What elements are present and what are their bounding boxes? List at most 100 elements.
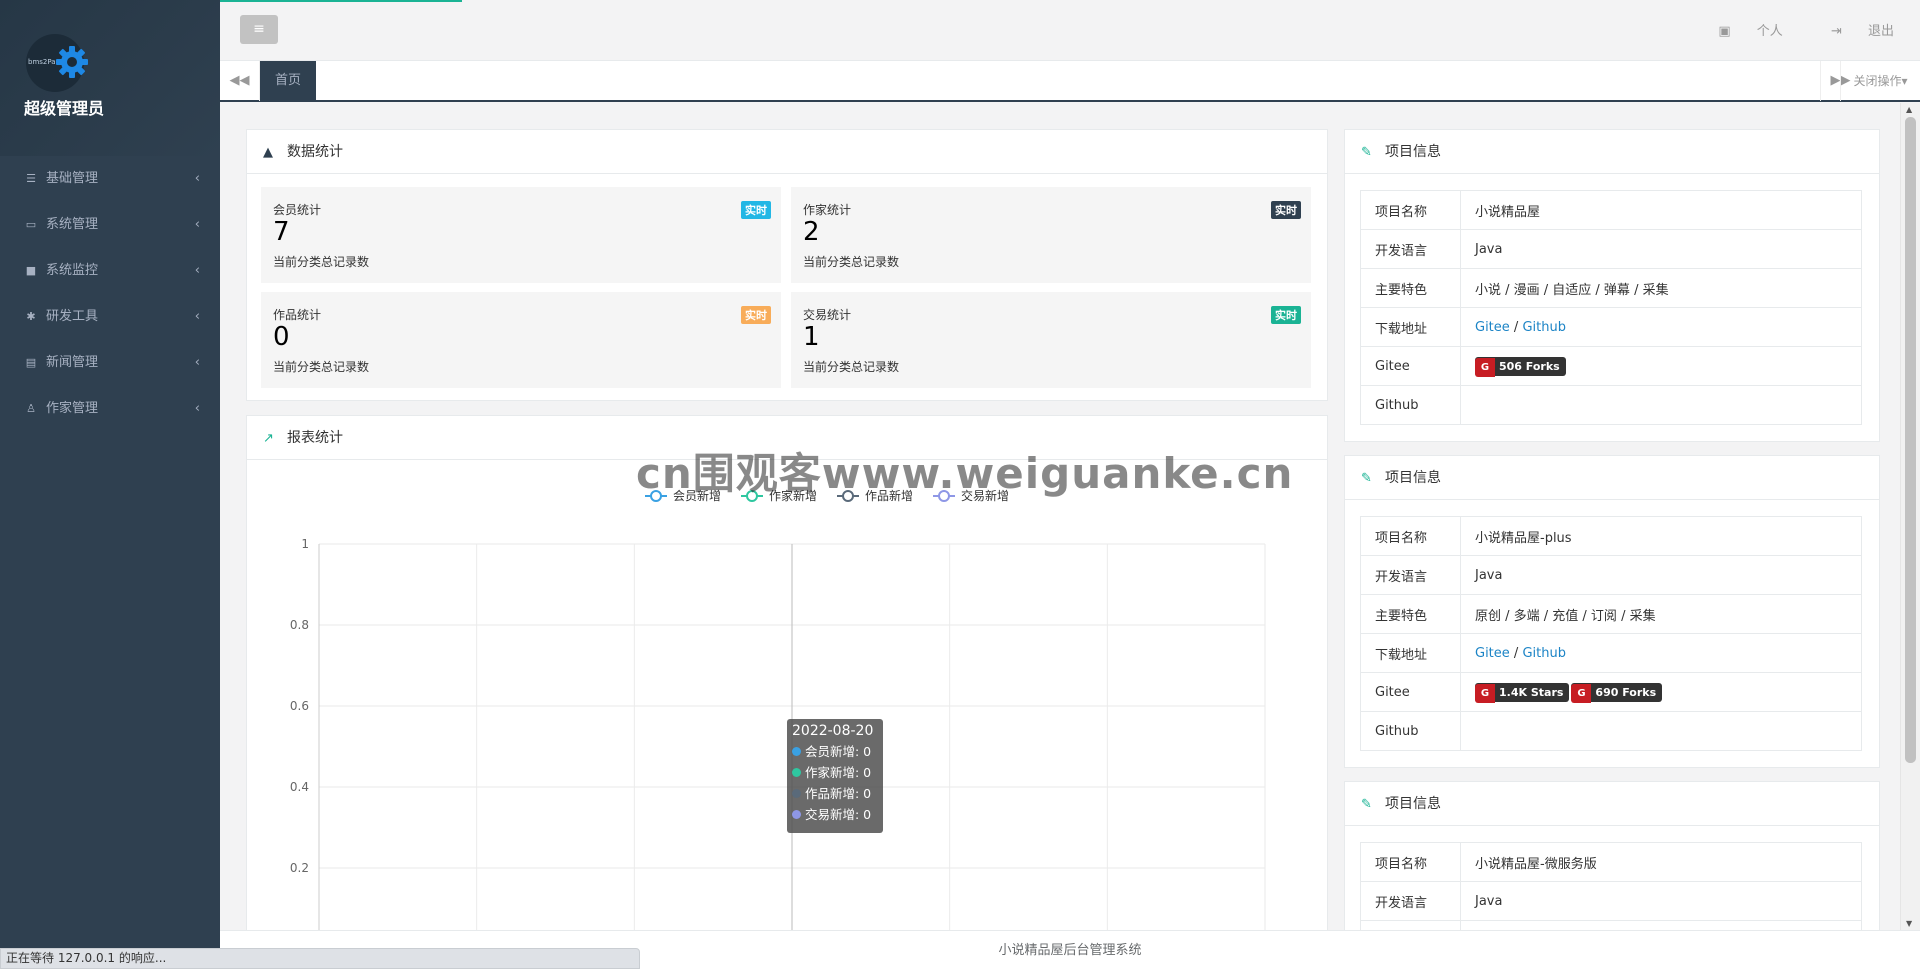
stat-desc: 当前分类总记录数: [273, 360, 370, 374]
tab-scroll-left-button[interactable]: ◀◀: [220, 61, 260, 101]
stats-panel: ▲ 数据统计 会员统计 实时 7 当前分类总记录数 作家统计 实时 2 当前分类总…: [246, 129, 1328, 401]
sidebar-item-author[interactable]: ♙ 作家管理 ‹: [0, 386, 220, 432]
sidebar-item-basic[interactable]: ☰ 基础管理 ‹: [0, 156, 220, 202]
stat-value: 7: [273, 217, 290, 247]
sidebar-item-devtools[interactable]: ✱ 研发工具 ‹: [0, 294, 220, 340]
close-operations-dropdown[interactable]: 关闭操作▾: [1840, 61, 1920, 101]
sidebar-item-system[interactable]: ▭ 系统管理 ‹: [0, 202, 220, 248]
project-panel-1: ✎ 项目信息 项目名称 小说精品屋 开发语言 Java 主要特色 小说 / 漫画 / 自…: [1344, 129, 1880, 442]
tooltip-text: 交易新增: 0: [805, 807, 872, 822]
project-panel-header: ✎ 项目信息: [1345, 130, 1879, 174]
row-value: G 506 Forks: [1460, 346, 1862, 386]
personal-link[interactable]: ▣ 个人: [1696, 24, 1782, 39]
id-card-icon: ▣: [1718, 24, 1731, 39]
github-link[interactable]: Github: [1522, 646, 1566, 661]
gitee-link[interactable]: Gitee: [1475, 646, 1510, 661]
row-key: 主要特色: [1360, 594, 1461, 634]
gear-logo-icon: [56, 46, 88, 78]
line-chart-icon: ↗: [263, 431, 274, 446]
row-value: [1460, 385, 1862, 425]
table-row: Github: [1360, 385, 1862, 425]
row-key: Github: [1360, 385, 1461, 425]
row-key: 开发语言: [1360, 881, 1461, 921]
sidebar-item-label: 系统监控: [46, 263, 99, 278]
stat-card-trades: 交易统计 实时 1 当前分类总记录数: [791, 292, 1311, 388]
row-value: 小说 / 漫画 / 自适应 / 弹幕 / 采集: [1460, 268, 1862, 308]
gitee-forks-badge[interactable]: G 506 Forks: [1475, 356, 1566, 377]
row-value: Java: [1460, 555, 1862, 595]
tab-home[interactable]: 首页: [260, 61, 316, 101]
gitee-link[interactable]: Gitee: [1475, 320, 1510, 335]
y-tick-label: 0.8: [290, 618, 309, 632]
github-link[interactable]: Github: [1522, 320, 1566, 335]
stats-panel-header: ▲ 数据统计: [247, 130, 1327, 174]
row-key: 下载地址: [1360, 307, 1461, 347]
gitee-forks-badge[interactable]: G 690 Forks: [1571, 682, 1663, 703]
menu-toggle-button[interactable]: ≡: [240, 15, 278, 44]
menu-toggle-icon: ≡: [253, 21, 265, 37]
chevron-left-icon: ‹: [194, 401, 200, 416]
row-value: Java: [1460, 229, 1862, 269]
project-panel-title: 项目信息: [1385, 796, 1441, 812]
table-row: 主要特色 原创 / 多端 / 充值 / 订阅 / 采集: [1360, 594, 1862, 634]
row-key: Gitee: [1360, 672, 1461, 712]
table-row: 开发语言 Java: [1360, 555, 1862, 595]
table-row: 下载地址 Gitee / Github: [1360, 307, 1862, 347]
desktop-icon: ▭: [25, 218, 37, 231]
project-panel-header: ✎ 项目信息: [1345, 782, 1879, 826]
row-key: [1360, 920, 1461, 930]
row-value: Gitee / Github: [1460, 633, 1862, 673]
logout-link[interactable]: ⇥ 退出: [1809, 24, 1894, 39]
table-row: 项目名称 小说精品屋: [1360, 190, 1862, 230]
row-key: Gitee: [1360, 346, 1461, 386]
tooltip-date: 2022-08-20: [792, 723, 874, 739]
avatar[interactable]: bms2Pa: [26, 34, 88, 92]
stat-desc: 当前分类总记录数: [803, 360, 900, 374]
scroll-down-icon[interactable]: ▼: [1906, 919, 1912, 928]
tooltip-row: 作品新增: 0: [792, 783, 878, 804]
tooltip-row: 作家新增: 0: [792, 762, 878, 783]
row-key: 项目名称: [1360, 842, 1461, 882]
scrollbar-thumb[interactable]: [1905, 117, 1916, 763]
main-content: ▲ 数据统计 会员统计 实时 7 当前分类总记录数 作家统计 实时 2 当前分类总…: [220, 103, 1920, 930]
avatar-text: bms2Pa: [28, 58, 56, 66]
row-value: 原创 / 多端 / 充值 / 订阅 / 采集: [1460, 594, 1862, 634]
chevron-left-icon: ‹: [194, 355, 200, 370]
user-name[interactable]: 超级管理员: [24, 95, 104, 119]
sidebar-item-label: 作家管理: [46, 401, 99, 416]
report-panel-title: 报表统计: [287, 430, 343, 446]
row-key: 开发语言: [1360, 555, 1461, 595]
newspaper-icon: ▤: [25, 356, 37, 369]
leaf-icon: ✎: [1361, 471, 1372, 486]
tooltip-row: 会员新增: 0: [792, 741, 878, 762]
sidebar-item-news[interactable]: ▤ 新闻管理 ‹: [0, 340, 220, 386]
gear-icon: ✱: [26, 310, 36, 323]
realtime-badge: 实时: [1271, 306, 1301, 324]
series-dot: [792, 789, 801, 798]
row-value: [1460, 711, 1862, 751]
stat-label: 交易统计: [803, 308, 852, 322]
y-tick-label: 0.4: [290, 780, 309, 794]
report-chart[interactable]: 会员新增作家新增作品新增交易新增10.80.60.40.20: [247, 461, 1327, 930]
table-row: [1360, 920, 1862, 930]
gitee-stars-badge[interactable]: G 1.4K Stars: [1475, 682, 1570, 703]
project-panel-3: ✎ 项目信息 项目名称 小说精品屋-微服务版 开发语言 Java: [1344, 781, 1880, 930]
logout-label: 退出: [1867, 24, 1894, 39]
realtime-badge: 实时: [1271, 201, 1301, 219]
video-icon: ■: [25, 264, 37, 277]
stat-card-works: 作品统计 实时 0 当前分类总记录数: [261, 292, 781, 388]
sidebar-item-monitor[interactable]: ■ 系统监控 ‹: [0, 248, 220, 294]
personal-label: 个人: [1756, 24, 1783, 39]
scroll-up-icon[interactable]: ▲: [1906, 105, 1912, 114]
profile-area: bms2Pa 超级管理员: [0, 0, 220, 156]
table-row: 开发语言 Java: [1360, 229, 1862, 269]
chart-tooltip: 2022-08-20 会员新增: 0 作家新增: 0 作品新增: 0 交易新增:…: [787, 719, 883, 833]
row-key: Github: [1360, 711, 1461, 751]
content-scrollbar[interactable]: ▲ ▼: [1900, 103, 1920, 930]
y-tick-label: 1: [301, 537, 309, 551]
row-value: Java: [1460, 881, 1862, 921]
sidebar-item-label: 基础管理: [46, 171, 99, 186]
row-key: 下载地址: [1360, 633, 1461, 673]
leaf-icon: ✎: [1361, 145, 1372, 160]
badge-text: 1.4K Stars: [1499, 685, 1564, 699]
